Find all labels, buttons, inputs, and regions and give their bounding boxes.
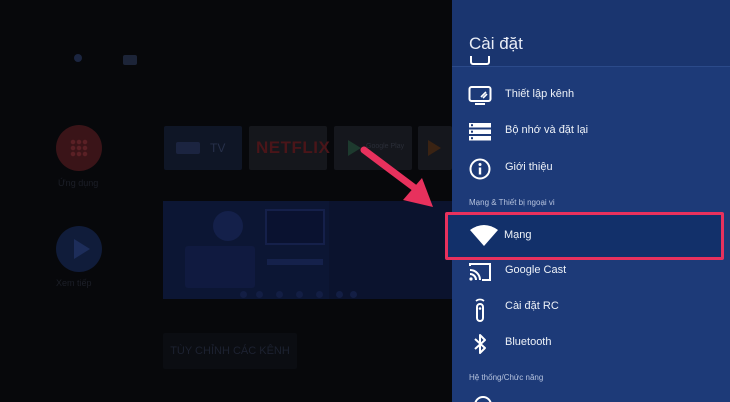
wifi-icon — [469, 224, 499, 248]
section-header-system: Hệ thống/Chức năng — [469, 373, 544, 382]
menu-item-network[interactable]: Mạng — [445, 212, 724, 260]
partial-icon — [468, 56, 492, 70]
menu-item-label: Giới thiệu — [505, 161, 553, 173]
featured-banner-2 — [329, 201, 452, 299]
info-icon — [468, 158, 492, 180]
menu-item-channel-setup[interactable]: Thiết lập kênh — [452, 78, 730, 114]
menu-item-label: Bluetooth — [505, 336, 552, 348]
netflix-logo: NETFLIX — [256, 138, 331, 157]
tv-app-tile: TV — [164, 126, 242, 170]
menu-item-label: Mạng — [504, 229, 532, 241]
menu-item-label: Google Cast — [505, 264, 567, 276]
partial-item-icon — [474, 396, 492, 402]
menu-item-label: Bộ nhớ và đặt lại — [505, 124, 589, 136]
menu-item-about[interactable]: Giới thiệu — [452, 151, 730, 187]
home-screen-background: Ứng dụng Xem tiếp TV NETFLIX Google Play… — [0, 0, 452, 402]
menu-item-bluetooth[interactable]: Bluetooth — [452, 326, 730, 362]
menu-item-rc-settings[interactable]: Cài đặt RC — [452, 290, 730, 326]
netflix-app-tile: NETFLIX — [249, 126, 331, 170]
google-play-tile: Google Play — [334, 126, 412, 170]
featured-banner — [163, 201, 329, 299]
play-next-label: Xem tiếp — [56, 278, 92, 288]
search-icon — [74, 54, 82, 62]
apps-label: Ứng dụng — [58, 178, 99, 188]
menu-item-label: Thiết lập kênh — [505, 88, 575, 100]
tv-settings-icon — [468, 85, 492, 107]
cast-icon — [468, 261, 492, 283]
notification-icon — [123, 55, 137, 65]
google-play-games-tile — [418, 126, 452, 170]
section-header-network: Mạng & Thiết bị ngoại vi — [469, 198, 555, 207]
play-next-icon — [56, 226, 102, 272]
menu-item-partial[interactable] — [452, 56, 730, 70]
page-title: Cài đặt — [469, 34, 523, 53]
apps-icon — [56, 125, 102, 171]
customize-channels-button: TÙY CHỈNH CÁC KÊNH — [163, 333, 297, 369]
settings-panel: Cài đặt Thiết lập kênh Bộ nhớ và đặt lại… — [452, 0, 730, 402]
menu-item-label: Cài đặt RC — [505, 300, 559, 312]
storage-icon — [468, 121, 492, 143]
remote-icon — [468, 297, 492, 322]
menu-item-storage-reset[interactable]: Bộ nhớ và đặt lại — [452, 114, 730, 150]
bluetooth-icon — [468, 333, 492, 355]
